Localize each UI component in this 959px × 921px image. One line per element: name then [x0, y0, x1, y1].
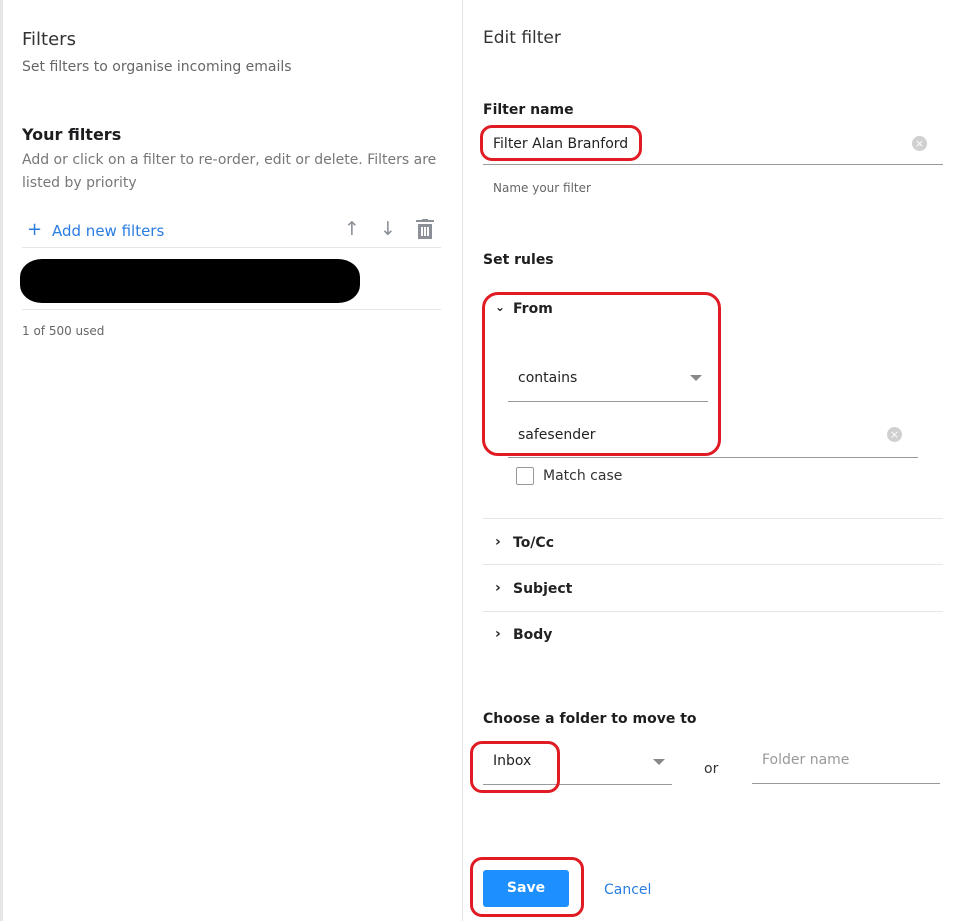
arrow-down-icon[interactable]: ↓	[380, 218, 396, 240]
edit-filter-title: Edit filter	[483, 28, 561, 48]
panel-divider	[462, 0, 463, 921]
annotation-highlight	[480, 125, 642, 161]
annotation-highlight	[482, 292, 721, 456]
your-filters-description: Add or click on a filter to re-order, ed…	[22, 152, 437, 191]
or-text: or	[704, 761, 719, 777]
annotation-highlight	[470, 857, 584, 917]
rule-subject-toggle[interactable]: Subject	[513, 581, 572, 597]
clear-icon[interactable]: ×	[887, 427, 902, 442]
rule-body-toggle[interactable]: Body	[513, 627, 552, 643]
rule-divider	[483, 564, 943, 565]
trash-icon[interactable]	[416, 219, 434, 239]
add-new-filters-link[interactable]: Add new filters	[52, 222, 164, 240]
match-case-label: Match case	[543, 468, 623, 484]
left-edge	[0, 0, 3, 921]
filters-subtitle: Set filters to organise incoming emails	[22, 59, 292, 75]
match-case-checkbox[interactable]	[516, 467, 534, 485]
set-rules-label: Set rules	[483, 252, 554, 268]
caret-down-icon	[653, 759, 665, 765]
clear-icon[interactable]: ×	[912, 136, 927, 151]
arrow-up-icon[interactable]: ↑	[344, 218, 360, 240]
redacted-filter-item[interactable]	[20, 259, 360, 303]
chevron-right-icon[interactable]: ›	[495, 580, 501, 596]
annotation-highlight	[470, 741, 560, 793]
filter-name-hint: Name your filter	[493, 181, 591, 195]
folder-label: Choose a folder to move to	[483, 711, 697, 727]
folder-name-input[interactable]: Folder name	[752, 745, 940, 784]
folder-name-placeholder: Folder name	[762, 752, 850, 768]
chevron-right-icon[interactable]: ›	[495, 626, 501, 642]
rule-divider	[483, 518, 943, 519]
filter-name-label: Filter name	[483, 102, 574, 118]
chevron-right-icon[interactable]: ›	[495, 534, 501, 550]
usage-count: 1 of 500 used	[22, 324, 105, 338]
your-filters-heading: Your filters	[22, 125, 122, 144]
cancel-link[interactable]: Cancel	[604, 882, 651, 898]
rule-tocc-toggle[interactable]: To/Cc	[513, 535, 554, 551]
filters-title: Filters	[22, 29, 76, 50]
rule-divider	[483, 611, 943, 612]
list-divider	[22, 247, 441, 248]
plus-icon[interactable]: +	[27, 219, 42, 240]
list-divider	[22, 309, 441, 310]
